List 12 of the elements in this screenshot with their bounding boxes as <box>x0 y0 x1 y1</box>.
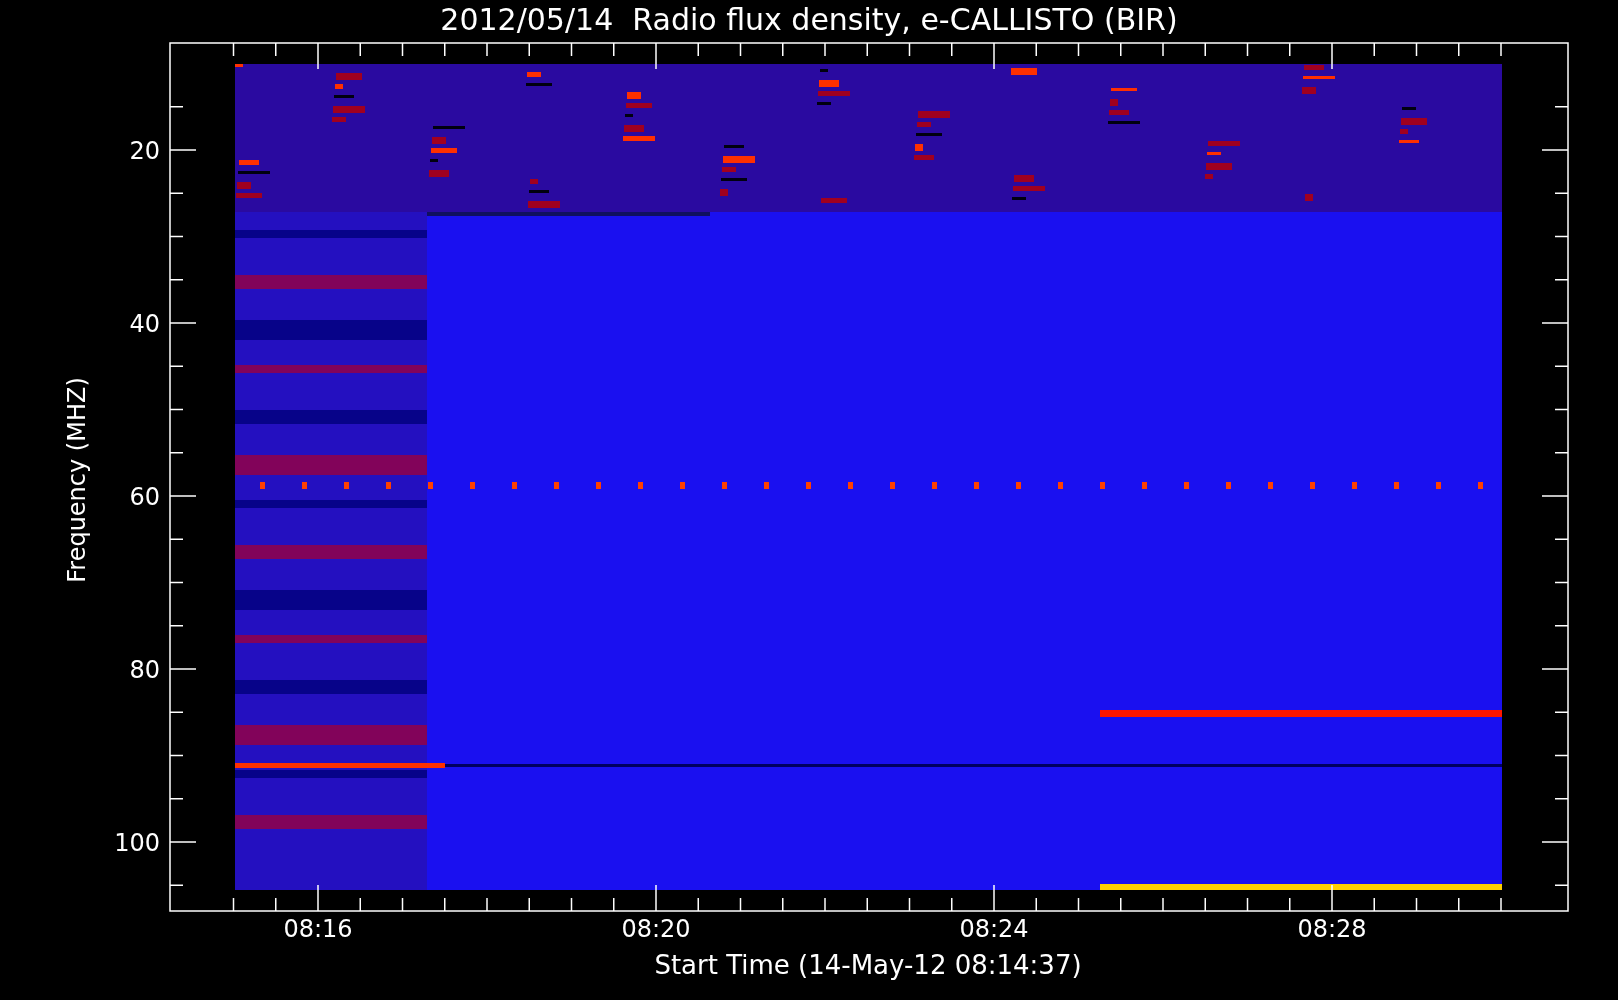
x-tick-label: 08:16 <box>283 915 353 943</box>
y-tick-label: 20 <box>129 137 160 165</box>
x-axis-label: Start Time (14-May-12 08:14:37) <box>654 950 1082 980</box>
x-tick-label: 08:20 <box>621 915 691 943</box>
chart-title: 2012/05/14 Radio flux density, e-CALLISTO (BIR) <box>440 2 1178 37</box>
y-tick-label: 40 <box>129 310 160 338</box>
x-tick-label: 08:24 <box>959 915 1029 943</box>
y-tick-label: 100 <box>114 829 160 857</box>
y-axis-label: Frequency (MHZ) <box>63 377 91 583</box>
x-tick-label: 08:28 <box>1297 915 1367 943</box>
y-tick-label: 60 <box>129 483 160 511</box>
y-tick-label: 80 <box>129 656 160 684</box>
